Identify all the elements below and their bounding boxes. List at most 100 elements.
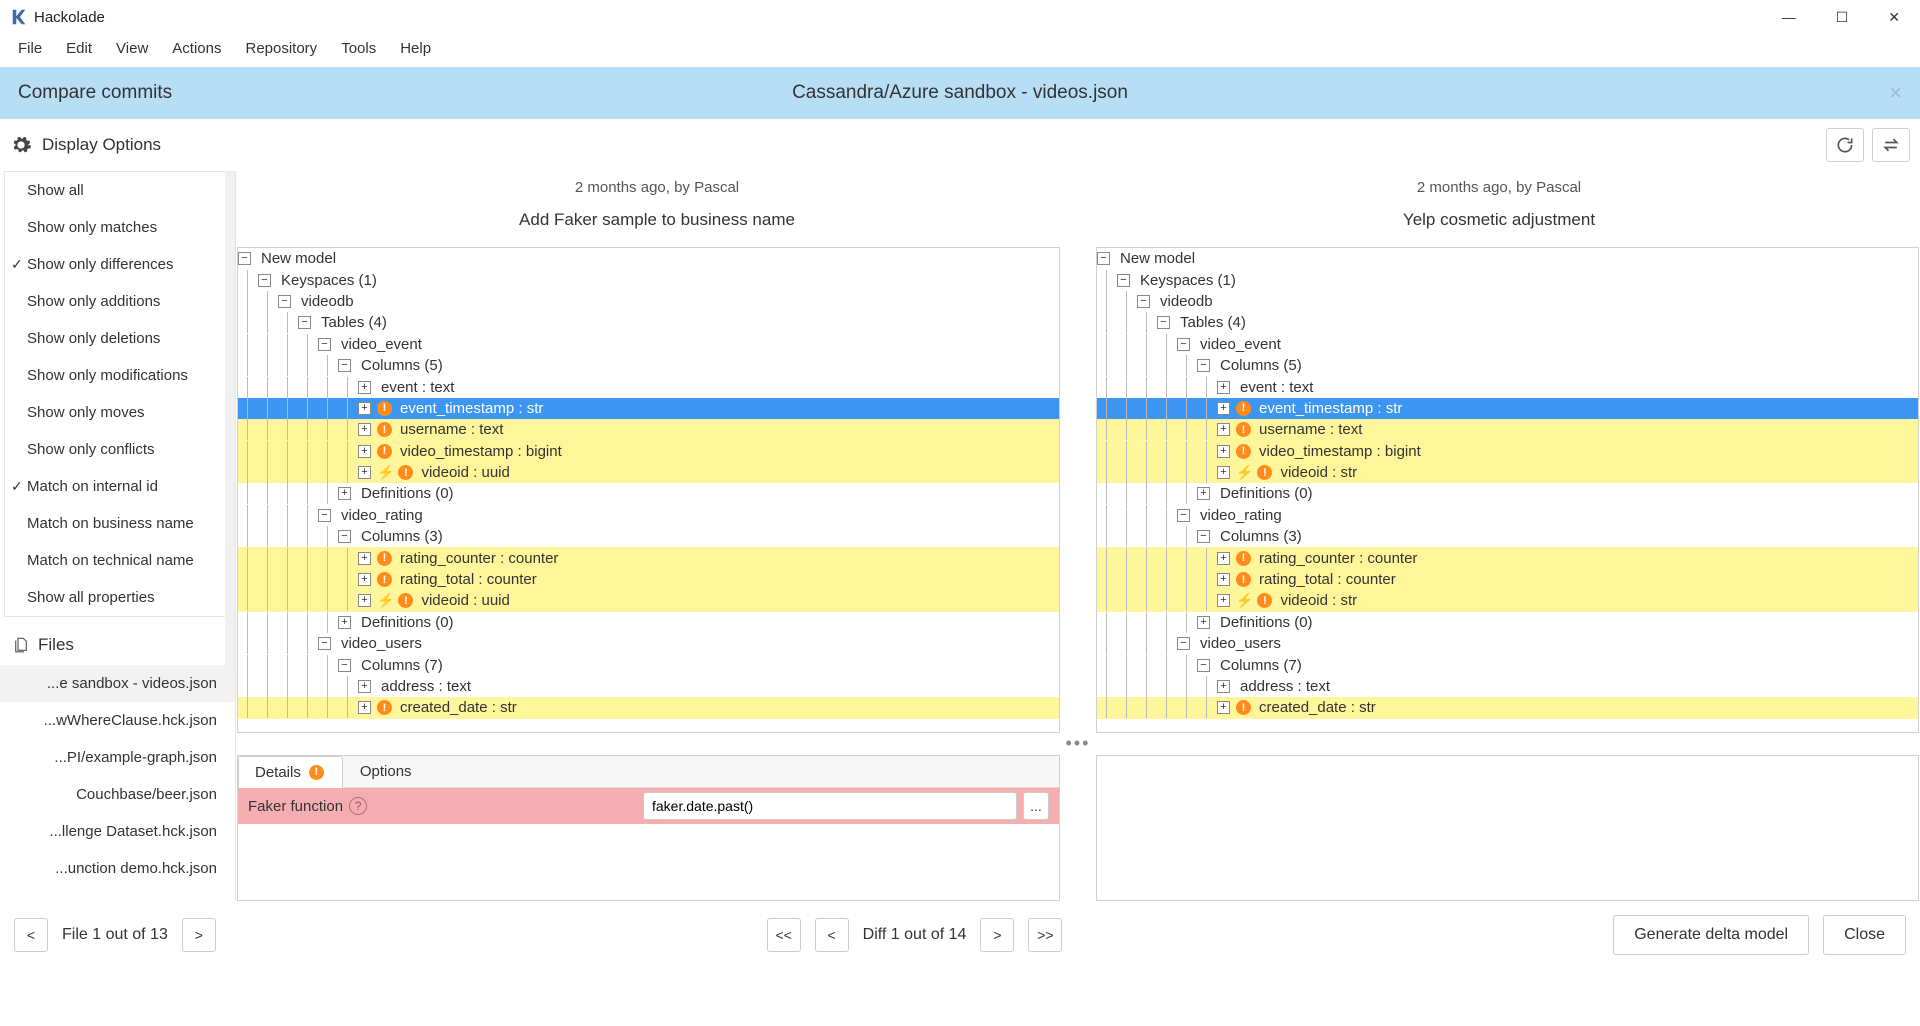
- tree-expander-icon[interactable]: −: [1197, 659, 1210, 672]
- file-item[interactable]: ...unction demo.hck.json: [0, 850, 235, 887]
- file-item[interactable]: ...e sandbox - videos.json: [0, 665, 235, 702]
- menu-help[interactable]: Help: [390, 36, 441, 61]
- generate-delta-button[interactable]: Generate delta model: [1613, 915, 1809, 955]
- tree-row[interactable]: −videodb: [238, 291, 1059, 312]
- tree-row[interactable]: +Definitions (0): [1097, 483, 1918, 504]
- window-minimize-icon[interactable]: —: [1774, 5, 1804, 30]
- tree-row[interactable]: +!video_timestamp : bigint: [238, 441, 1059, 462]
- tree-expander-icon[interactable]: +: [358, 445, 371, 458]
- tree-row[interactable]: +!rating_total : counter: [1097, 569, 1918, 590]
- tree-row[interactable]: +!video_timestamp : bigint: [1097, 441, 1918, 462]
- left-tree-panel[interactable]: −New model−Keyspaces (1)−videodb−Tables …: [237, 247, 1060, 733]
- file-item[interactable]: ...PI/example-graph.json: [0, 739, 235, 776]
- tree-expander-icon[interactable]: +: [358, 402, 371, 415]
- tree-expander-icon[interactable]: −: [1197, 359, 1210, 372]
- tree-row[interactable]: −video_users: [1097, 633, 1918, 654]
- tree-row[interactable]: −Keyspaces (1): [238, 269, 1059, 290]
- tree-row[interactable]: −New model: [1097, 248, 1918, 269]
- tree-row[interactable]: +⚡!videoid : uuid: [238, 590, 1059, 611]
- next-diff-button[interactable]: >: [980, 918, 1014, 952]
- tree-expander-icon[interactable]: +: [1217, 552, 1230, 565]
- property-value-input[interactable]: [643, 792, 1017, 820]
- tab-options[interactable]: Options: [343, 756, 429, 787]
- tree-row[interactable]: +!username : text: [1097, 419, 1918, 440]
- tree-row[interactable]: −Columns (3): [238, 526, 1059, 547]
- menu-tools[interactable]: Tools: [331, 36, 386, 61]
- tree-row[interactable]: +Definitions (0): [238, 483, 1059, 504]
- tree-row[interactable]: −Tables (4): [238, 312, 1059, 333]
- tree-expander-icon[interactable]: −: [338, 530, 351, 543]
- tree-row[interactable]: +event : text: [238, 376, 1059, 397]
- display-option[interactable]: Show all: [5, 172, 230, 209]
- tree-row[interactable]: +!created_date : str: [1097, 697, 1918, 718]
- display-option[interactable]: Show only conflicts: [5, 431, 230, 468]
- tree-row[interactable]: −New model: [238, 248, 1059, 269]
- tree-expander-icon[interactable]: +: [1217, 423, 1230, 436]
- prev-file-button[interactable]: <: [14, 918, 48, 952]
- tree-expander-icon[interactable]: −: [1097, 252, 1110, 265]
- next-file-button[interactable]: >: [182, 918, 216, 952]
- display-option[interactable]: Show only moves: [5, 394, 230, 431]
- tree-row[interactable]: +⚡!videoid : str: [1097, 590, 1918, 611]
- window-maximize-icon[interactable]: ☐: [1828, 5, 1857, 30]
- help-icon[interactable]: ?: [349, 797, 367, 815]
- tree-expander-icon[interactable]: +: [358, 680, 371, 693]
- menu-view[interactable]: View: [106, 36, 158, 61]
- tree-expander-icon[interactable]: +: [1217, 381, 1230, 394]
- display-option[interactable]: Show only differences: [5, 246, 230, 283]
- close-button[interactable]: Close: [1823, 915, 1906, 955]
- tree-expander-icon[interactable]: −: [258, 274, 271, 287]
- tree-expander-icon[interactable]: −: [1197, 530, 1210, 543]
- tree-row[interactable]: +address : text: [238, 676, 1059, 697]
- display-option[interactable]: Match on business name: [5, 505, 230, 542]
- menu-actions[interactable]: Actions: [162, 36, 231, 61]
- banner-close-icon[interactable]: ×: [1889, 80, 1902, 106]
- tree-expander-icon[interactable]: −: [1177, 509, 1190, 522]
- tree-expander-icon[interactable]: −: [318, 637, 331, 650]
- sidebar-scrollbar[interactable]: [225, 171, 235, 671]
- window-close-icon[interactable]: ✕: [1880, 5, 1908, 30]
- tree-expander-icon[interactable]: +: [1197, 616, 1210, 629]
- tree-row[interactable]: −Columns (3): [1097, 526, 1918, 547]
- tree-row[interactable]: +⚡!videoid : str: [1097, 462, 1918, 483]
- swap-button[interactable]: [1872, 128, 1910, 162]
- tree-expander-icon[interactable]: −: [1157, 316, 1170, 329]
- prev-diff-button[interactable]: <: [815, 918, 849, 952]
- tree-row[interactable]: +!rating_counter : counter: [238, 547, 1059, 568]
- tree-row[interactable]: −Keyspaces (1): [1097, 269, 1918, 290]
- tree-row[interactable]: −Tables (4): [1097, 312, 1918, 333]
- file-item[interactable]: Couchbase/beer.json: [0, 776, 235, 813]
- tree-expander-icon[interactable]: +: [338, 616, 351, 629]
- tree-expander-icon[interactable]: +: [358, 423, 371, 436]
- tree-expander-icon[interactable]: −: [1137, 295, 1150, 308]
- tree-expander-icon[interactable]: +: [1197, 487, 1210, 500]
- tree-row[interactable]: −video_event: [1097, 334, 1918, 355]
- tree-row[interactable]: +address : text: [1097, 676, 1918, 697]
- last-diff-button[interactable]: >>: [1028, 918, 1062, 952]
- tab-details[interactable]: Details!: [238, 756, 343, 788]
- tree-row[interactable]: +!rating_counter : counter: [1097, 547, 1918, 568]
- tree-expander-icon[interactable]: +: [1217, 466, 1230, 479]
- tree-expander-icon[interactable]: −: [1117, 274, 1130, 287]
- display-option[interactable]: Show only additions: [5, 283, 230, 320]
- tree-row[interactable]: +!event_timestamp : str: [238, 398, 1059, 419]
- tree-expander-icon[interactable]: −: [1177, 637, 1190, 650]
- file-item[interactable]: ...llenge Dataset.hck.json: [0, 813, 235, 850]
- tree-row[interactable]: +Definitions (0): [238, 612, 1059, 633]
- tree-expander-icon[interactable]: −: [298, 316, 311, 329]
- tree-row[interactable]: −Columns (5): [1097, 355, 1918, 376]
- first-diff-button[interactable]: <<: [767, 918, 801, 952]
- tree-expander-icon[interactable]: +: [358, 381, 371, 394]
- tree-row[interactable]: −Columns (7): [238, 654, 1059, 675]
- tree-expander-icon[interactable]: −: [278, 295, 291, 308]
- right-tree-panel[interactable]: −New model−Keyspaces (1)−videodb−Tables …: [1096, 247, 1919, 733]
- tree-row[interactable]: +!rating_total : counter: [238, 569, 1059, 590]
- menu-repository[interactable]: Repository: [235, 36, 327, 61]
- tree-expander-icon[interactable]: +: [358, 701, 371, 714]
- tree-row[interactable]: +!event_timestamp : str: [1097, 398, 1918, 419]
- menu-edit[interactable]: Edit: [56, 36, 102, 61]
- tree-expander-icon[interactable]: −: [338, 659, 351, 672]
- tree-expander-icon[interactable]: −: [338, 359, 351, 372]
- tree-row[interactable]: −video_rating: [1097, 505, 1918, 526]
- display-option[interactable]: Show only matches: [5, 209, 230, 246]
